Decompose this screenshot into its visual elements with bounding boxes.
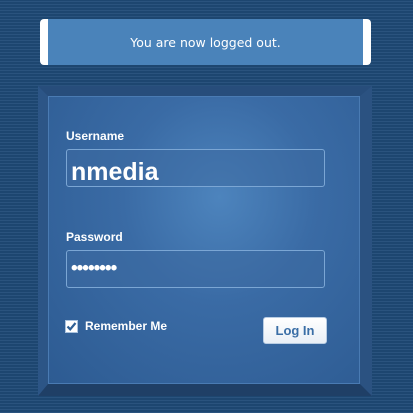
logout-message: You are now logged out. bbox=[40, 19, 371, 65]
login-button-label: Log In bbox=[275, 323, 315, 338]
username-label: Username bbox=[66, 129, 125, 143]
password-input[interactable]: •••••••• bbox=[66, 250, 325, 288]
password-value: •••••••• bbox=[71, 258, 117, 279]
login-button[interactable]: Log In bbox=[263, 317, 327, 344]
login-form: Username nmedia Password •••••••• Rememb… bbox=[48, 96, 360, 384]
remember-me[interactable]: Remember Me bbox=[65, 319, 167, 333]
login-form-frame: Username nmedia Password •••••••• Rememb… bbox=[38, 86, 372, 396]
remember-me-label: Remember Me bbox=[85, 319, 168, 333]
username-value: nmedia bbox=[71, 157, 159, 186]
checkmark-icon bbox=[66, 321, 77, 331]
username-input[interactable]: nmedia bbox=[66, 149, 325, 187]
logout-message-text: You are now logged out. bbox=[130, 34, 281, 50]
remember-me-checkbox[interactable] bbox=[65, 319, 78, 333]
password-label: Password bbox=[66, 230, 123, 244]
